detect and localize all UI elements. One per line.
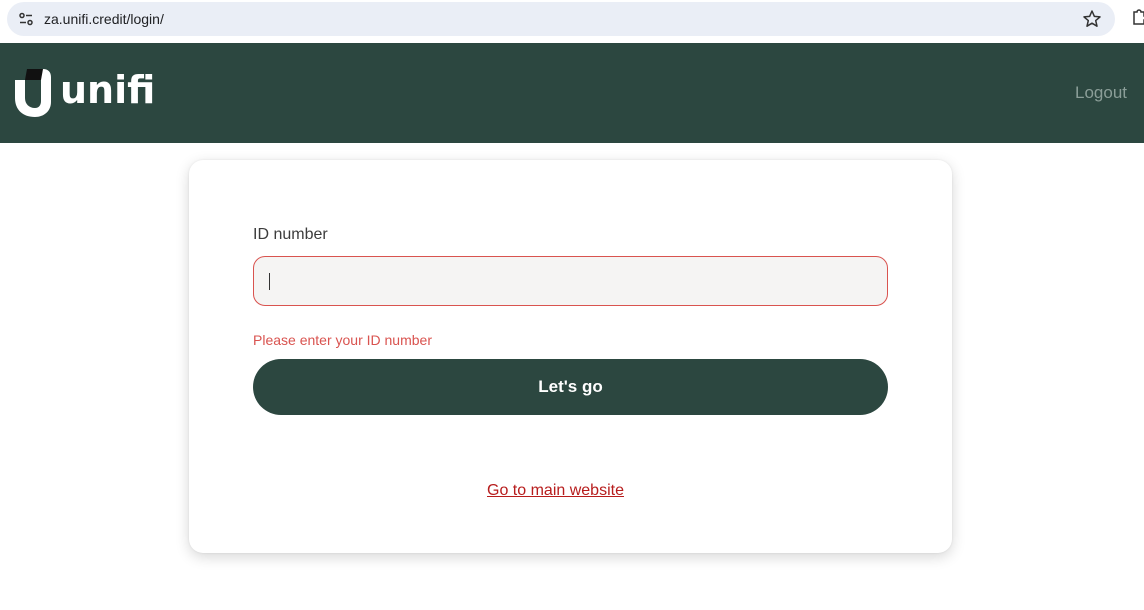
url-text[interactable]: za.unifi.credit/login/ [44,10,164,28]
site-settings-icon[interactable] [17,10,35,28]
login-card: ID number Please enter your ID number Le… [189,160,952,553]
id-number-error: Please enter your ID number [253,332,432,348]
site-header: unifi Logout [0,43,1144,143]
text-cursor [269,273,270,290]
star-icon[interactable] [1082,9,1102,29]
main-website-link[interactable]: Go to main website [189,482,922,500]
logout-link[interactable]: Logout [1075,83,1127,103]
id-number-label: ID number [253,226,328,243]
browser-toolbar: za.unifi.credit/login/ [0,0,1144,42]
unifi-logo[interactable]: unifi [13,68,155,118]
id-number-input[interactable] [253,256,888,306]
lets-go-button[interactable]: Let's go [253,359,888,415]
unifi-logo-mark-icon [15,69,51,117]
puzzle-icon[interactable] [1128,8,1144,28]
address-bar[interactable]: za.unifi.credit/login/ [7,2,1115,36]
brand-name: unifi [60,68,156,112]
